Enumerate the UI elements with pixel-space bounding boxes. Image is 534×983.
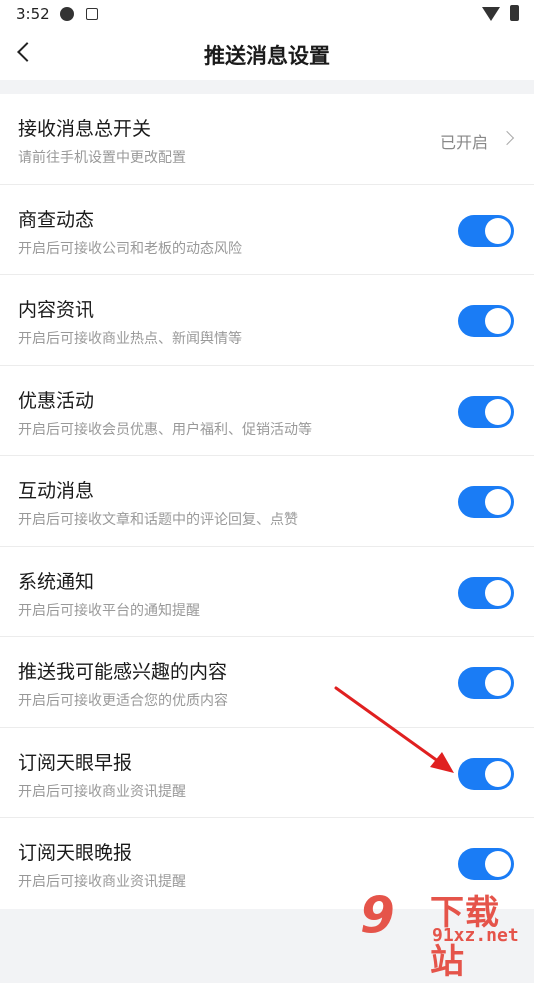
row-title: 推送我可能感兴趣的内容	[18, 661, 228, 683]
toggle-switch[interactable]	[458, 757, 514, 790]
row-title: 订阅天眼晚报	[18, 842, 133, 864]
toggle-switch[interactable]	[458, 576, 514, 609]
toggle-knob	[485, 760, 511, 787]
toggle-knob	[485, 489, 511, 515]
row-subtitle: 开启后可接收商业资讯提醒	[18, 874, 186, 890]
toggle-switch[interactable]	[458, 667, 514, 699]
app-a-icon	[86, 8, 98, 20]
page-title: 推送消息设置	[204, 44, 330, 68]
row-title: 系统通知	[18, 570, 95, 593]
row-title: 订阅天眼早报	[18, 751, 133, 774]
status-time: 3:52	[16, 5, 50, 23]
row-subtitle: 开启后可接收商业热点、新闻舆情等	[18, 331, 242, 347]
row-title: 内容资讯	[18, 299, 95, 321]
toggle-knob	[485, 579, 511, 606]
row-title: 优惠活动	[18, 389, 95, 412]
toggle-switch[interactable]	[458, 486, 514, 518]
setting-row-0: 商查动态 开启后可接收公司和老板的动态风险	[0, 185, 534, 275]
setting-row-2: 优惠活动 开启后可接收会员优惠、用户福利、促销活动等	[0, 366, 534, 456]
watermark-logo-icon: 9	[360, 886, 395, 944]
wifi-icon	[482, 7, 500, 21]
app-notification-icon	[60, 7, 74, 21]
battery-icon	[510, 5, 519, 21]
red-arrow-annotation-icon	[334, 686, 454, 773]
watermark-text-bottom: 91xz.net	[432, 925, 519, 946]
row-subtitle: 开启后可接收平台的通知提醒	[18, 602, 200, 619]
chevron-right-icon	[499, 130, 515, 146]
toggle-switch[interactable]	[458, 848, 514, 880]
toggle-knob	[485, 308, 511, 334]
row-subtitle: 请前往手机设置中更改配置	[18, 150, 186, 166]
toggle-switch[interactable]	[458, 305, 514, 337]
row-subtitle: 开启后可接收商业资讯提醒	[18, 783, 186, 800]
setting-row-3: 互动消息 开启后可接收文章和话题中的评论回复、点赞	[0, 456, 534, 547]
settings-list: 接收消息总开关 请前往手机设置中更改配置 已开启 商查动态 开启后可接收公司和老…	[0, 94, 534, 909]
row-title: 接收消息总开关	[18, 118, 152, 140]
master-status: 已开启	[439, 133, 488, 152]
status-bar: 3:52	[0, 0, 534, 28]
row-subtitle: 开启后可接收文章和话题中的评论回复、点赞	[18, 512, 298, 528]
row-title: 互动消息	[18, 480, 95, 502]
toggle-knob	[485, 670, 511, 696]
toggle-switch[interactable]	[458, 214, 514, 247]
setting-row-4: 系统通知 开启后可接收平台的通知提醒	[0, 547, 534, 637]
toggle-knob	[485, 851, 511, 877]
toggle-switch[interactable]	[458, 395, 514, 428]
toggle-knob	[485, 398, 511, 425]
row-subtitle: 开启后可接收公司和老板的动态风险	[18, 240, 242, 257]
row-title: 商查动态	[18, 208, 95, 231]
setting-row-1: 内容资讯 开启后可接收商业热点、新闻舆情等	[0, 275, 534, 366]
toggle-knob	[485, 217, 511, 244]
watermark: 9 下载站 91xz.net	[360, 885, 534, 982]
master-switch-row[interactable]: 接收消息总开关 请前往手机设置中更改配置 已开启	[0, 94, 534, 185]
section-gap	[0, 80, 534, 94]
row-subtitle: 开启后可接收更适合您的优质内容	[18, 693, 228, 709]
row-subtitle: 开启后可接收会员优惠、用户福利、促销活动等	[18, 421, 312, 438]
nav-bar: 推送消息设置	[0, 28, 534, 80]
